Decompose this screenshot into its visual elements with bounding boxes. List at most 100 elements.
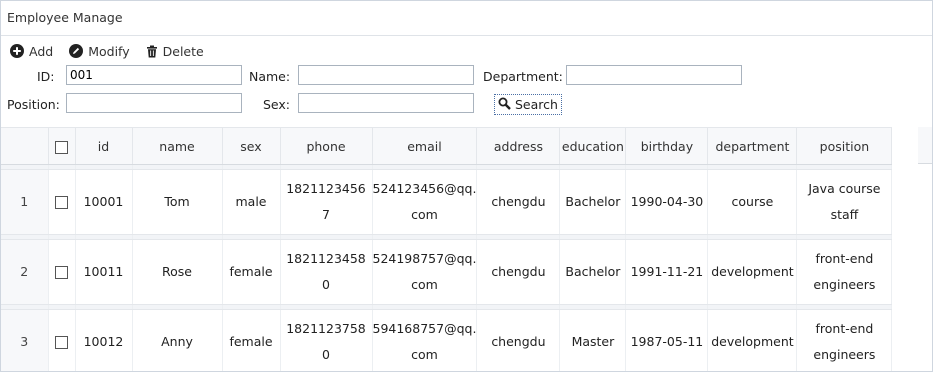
position-line-2: staff [830,207,859,222]
cell-position: front-end engineers [796,309,893,371]
cell-department: development [707,239,798,305]
cell-address: chengdu [476,309,561,371]
row-checkbox[interactable] [55,196,68,209]
position-line-2: engineers [813,277,876,292]
cell-id: 10001 [75,169,133,235]
cell-name: Anny [132,309,223,371]
column-header-department[interactable]: department [707,127,798,165]
position-line-2: engineers [813,347,876,362]
pencil-circle-icon [69,44,84,58]
column-header-phone[interactable]: phone [280,127,373,165]
phone-line-1: 1821123456 [286,181,366,196]
email-line-1: 524198757@qq. [372,251,477,266]
phone-line-2: 7 [322,207,330,222]
cell-email: 524123456@qq. com [372,169,478,235]
cell-id: 10011 [75,239,133,305]
row-checkbox[interactable] [55,266,68,279]
magnifier-icon [498,97,511,113]
plus-circle-icon [10,44,24,58]
column-header-name[interactable]: name [132,127,223,165]
cell-address: chengdu [476,239,561,305]
position-line-1: front-end [815,251,874,266]
position-label: Position: [7,97,60,112]
email-line-2: com [411,277,438,292]
cell-position: Java course staff [796,169,893,235]
delete-label: Delete [162,43,204,59]
modify-label: Modify [88,43,130,59]
column-header-email[interactable]: email [372,127,478,165]
modify-button[interactable]: Modify [69,43,130,59]
phone-line-1: 1821123458 [286,251,366,266]
toolbar: Add Modify Delete [1,38,932,64]
row-select-cell [48,239,76,305]
cell-email: 524198757@qq. com [372,239,478,305]
sex-input[interactable] [298,93,474,113]
column-header-position[interactable]: position [796,127,893,165]
cell-address: chengdu [476,169,561,235]
search-label: Search [515,97,558,112]
row-select-cell [48,169,76,235]
cell-email: 594168757@qq. com [372,309,478,371]
email-line-2: com [411,207,438,222]
employee-table: id name sex phone email address educatio… [1,127,932,371]
table-row[interactable]: 2 10011 Rose female 1821123458 0 52419875… [1,239,893,305]
row-number-header [1,127,49,165]
column-header-id[interactable]: id [75,127,133,165]
cell-phone: 1821123758 0 [280,309,373,371]
cell-name: Rose [132,239,223,305]
column-header-birthday[interactable]: birthday [625,127,709,165]
cell-sex: female [222,309,281,371]
email-line-2: com [411,347,438,362]
position-line-1: front-end [815,321,874,336]
cell-sex: female [222,239,281,305]
department-label: Department: [483,69,563,84]
add-button[interactable]: Add [10,44,53,59]
phone-line-1: 1821123758 [286,321,366,336]
phone-line-2: 0 [322,347,330,362]
sex-label: Sex: [263,97,291,112]
panel-title: Employee Manage [1,1,932,36]
row-number: 2 [1,239,49,305]
email-line-1: 524123456@qq. [372,181,477,196]
email-line-1: 594168757@qq. [372,321,477,336]
id-input[interactable] [66,65,242,85]
cell-phone: 1821123458 0 [280,239,373,305]
column-header-education[interactable]: education [559,127,627,165]
column-header-sex[interactable]: sex [222,127,281,165]
row-number: 3 [1,309,49,371]
row-select-cell [48,309,76,371]
table-header-row: id name sex phone email address educatio… [1,127,893,165]
cell-id: 10012 [75,309,133,371]
cell-education: Bachelor [559,169,627,235]
position-line-1: Java course [808,181,881,196]
phone-line-2: 0 [322,277,330,292]
header-scroll-gutter [918,127,932,164]
table-row[interactable]: 1 10001 Tom male 1821123456 7 524123456@q… [1,169,893,235]
position-input[interactable] [66,93,242,113]
search-form-row-1: ID: Name: Department: [1,64,932,92]
cell-name: Tom [132,169,223,235]
search-form-row-2: Position: Sex: Search [1,92,932,120]
select-all-cell [48,127,76,165]
department-input[interactable] [566,65,742,85]
cell-birthday: 1990-04-30 [625,169,709,235]
cell-birthday: 1991-11-21 [625,239,709,305]
cell-department: development [707,309,798,371]
add-label: Add [29,43,54,59]
row-checkbox[interactable] [55,336,68,349]
trash-icon [146,45,158,58]
name-input[interactable] [298,65,474,85]
cell-education: Master [559,309,627,371]
cell-department: course [707,169,798,235]
table-row[interactable]: 3 10012 Anny female 1821123758 0 59416875… [1,309,893,371]
column-header-address[interactable]: address [476,127,561,165]
row-number: 1 [1,169,49,235]
cell-phone: 1821123456 7 [280,169,373,235]
cell-position: front-end engineers [796,239,893,305]
id-label: ID: [37,69,55,84]
delete-button[interactable]: Delete [146,44,204,59]
cell-birthday: 1987-05-11 [625,309,709,371]
search-button[interactable]: Search [494,94,562,115]
select-all-checkbox[interactable] [55,140,68,154]
employee-manage-panel: Employee Manage Add Modify Delete ID: Na… [0,0,933,372]
